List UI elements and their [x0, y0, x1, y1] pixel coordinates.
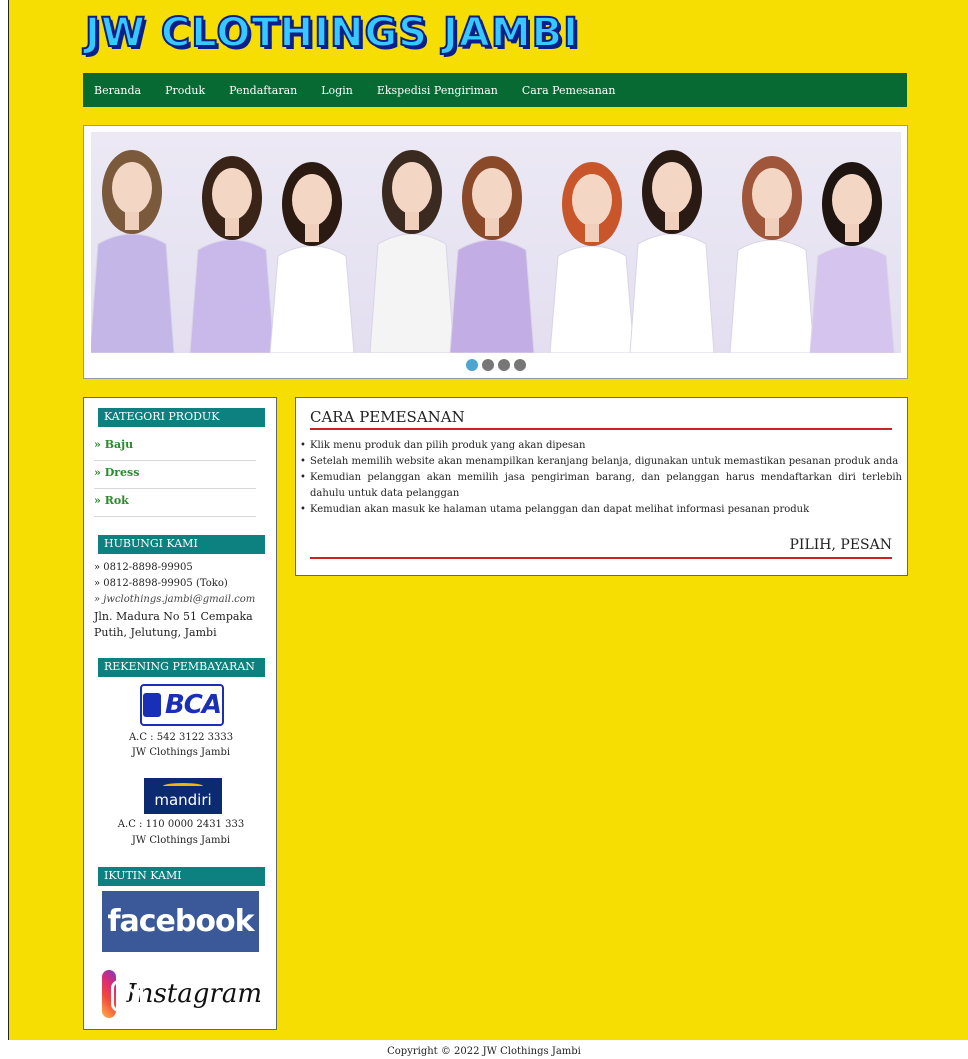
order-step: Klik menu produk dan pilih produk yang a…	[300, 438, 902, 454]
banner-figure-part	[112, 162, 152, 214]
banner-figure-part	[845, 224, 859, 242]
contact-address-line-1: Jln. Madura No 51 Cempaka	[94, 610, 253, 623]
copyright-footer: Copyright © 2022 JW Clothings Jambi	[387, 1046, 581, 1057]
rekening-pembayaran-heading: REKENING PEMBAYARAN	[98, 658, 265, 677]
banner-figure-part	[212, 168, 252, 220]
banner-figure-part	[572, 174, 612, 226]
contact-phone-2: » 0812-8898-99905 (Toko)	[94, 578, 228, 589]
banner-figure-part	[665, 212, 679, 230]
banner-figure-part	[305, 224, 319, 242]
bca-emblem-icon	[142, 693, 161, 717]
pilih-pesan-heading: PILIH, PESAN	[310, 534, 892, 559]
banner-figure-part	[729, 239, 815, 353]
banner-figure-part	[292, 174, 332, 226]
mandiri-account-holder: JW Clothings Jambi	[131, 835, 231, 846]
banner-figure-part	[91, 233, 175, 353]
instagram-logo-text: Instagram	[126, 979, 262, 1009]
banner-figure-part	[405, 212, 419, 230]
instagram-link[interactable]: Instagram	[102, 966, 262, 1022]
page-background: JW CLOTHINGS JAMBI Beranda Produk Pendaf…	[8, 0, 968, 1040]
slider-dots	[84, 359, 907, 373]
mandiri-logo: mandiri	[144, 778, 222, 814]
banner-models-illustration	[91, 150, 895, 353]
category-baju-link[interactable]: » Baju	[94, 433, 256, 461]
banner-figure-part	[125, 212, 139, 230]
banner-figure-part	[189, 239, 275, 353]
banner-figure-part	[392, 162, 432, 214]
nav-item-pendaftaran[interactable]: Pendaftaran	[229, 84, 297, 97]
slider-dot-1[interactable]	[465, 359, 478, 371]
image-slider	[83, 125, 908, 379]
banner-figure-part	[369, 233, 455, 353]
ikutin-kami-heading: IKUTIN KAMI	[98, 867, 265, 886]
contact-email: » jwclothings.jambi@gmail.com	[94, 594, 256, 605]
banner-figure-part	[629, 233, 715, 353]
mandiri-account-number: A.C : 110 0000 2431 333	[117, 819, 245, 830]
mandiri-logo-text: mandiri	[154, 791, 212, 809]
order-steps-list: Klik menu produk dan pilih produk yang a…	[300, 438, 902, 518]
banner-figure-part	[585, 224, 599, 242]
banner-figure-part	[472, 168, 512, 220]
banner-figure-part	[832, 174, 872, 226]
order-step: Kemudian akan masuk ke halaman utama pel…	[300, 502, 902, 518]
banner-figure-part	[269, 245, 355, 353]
banner-figure-part	[765, 218, 779, 236]
mandiri-wave-icon	[163, 783, 203, 789]
nav-item-beranda[interactable]: Beranda	[94, 84, 141, 97]
bca-logo-text: BCA	[164, 690, 222, 720]
contact-phone-1: » 0812-8898-99905	[94, 562, 193, 573]
bca-logo: BCA	[140, 684, 224, 726]
main-content-panel: CARA PEMESANAN Klik menu produk dan pili…	[295, 397, 908, 576]
contact-address-line-2: Putih, Jelutung, Jambi	[94, 626, 217, 639]
banner-figure-part	[225, 218, 239, 236]
hubungi-kami-heading: HUBUNGI KAMI	[98, 535, 265, 554]
banner-figure-part	[809, 245, 895, 353]
order-step: Setelah memilih website akan menampilkan…	[300, 454, 902, 470]
kategori-produk-heading: KATEGORI PRODUK	[98, 408, 265, 427]
nav-item-ekspedisi-pengiriman[interactable]: Ekspedisi Pengiriman	[377, 84, 498, 97]
site-logo[interactable]: JW CLOTHINGS JAMBI	[84, 9, 579, 58]
bca-account-number: A.C : 542 3122 3333	[128, 732, 234, 743]
banner-image	[91, 132, 901, 353]
slider-dot-2[interactable]	[481, 359, 494, 371]
category-dress-link[interactable]: » Dress	[94, 461, 256, 489]
facebook-link[interactable]: facebook	[102, 891, 259, 952]
slider-dot-3[interactable]	[497, 359, 510, 371]
banner-figure-part	[652, 162, 692, 214]
category-rok-link[interactable]: » Rok	[94, 489, 256, 517]
instagram-icon	[102, 970, 145, 1018]
banner-figure-part	[752, 168, 792, 220]
page-title: CARA PEMESANAN	[310, 408, 892, 430]
banner-figure-part	[549, 245, 635, 353]
banner-figure-part	[449, 239, 535, 353]
nav-item-produk[interactable]: Produk	[165, 84, 205, 97]
facebook-logo-text: facebook	[107, 904, 254, 939]
order-step: Kemudian pelanggan akan memilih jasa pen…	[300, 470, 902, 502]
nav-item-login[interactable]: Login	[321, 84, 353, 97]
nav-item-cara-pemesanan[interactable]: Cara Pemesanan	[522, 84, 616, 97]
sidebar: KATEGORI PRODUK » Baju » Dress » Rok HUB…	[83, 397, 277, 1030]
bca-account-holder: JW Clothings Jambi	[131, 747, 231, 758]
slider-dot-4[interactable]	[513, 359, 526, 371]
banner-figure-part	[485, 218, 499, 236]
main-navbar: Beranda Produk Pendaftaran Login Ekspedi…	[83, 73, 907, 107]
